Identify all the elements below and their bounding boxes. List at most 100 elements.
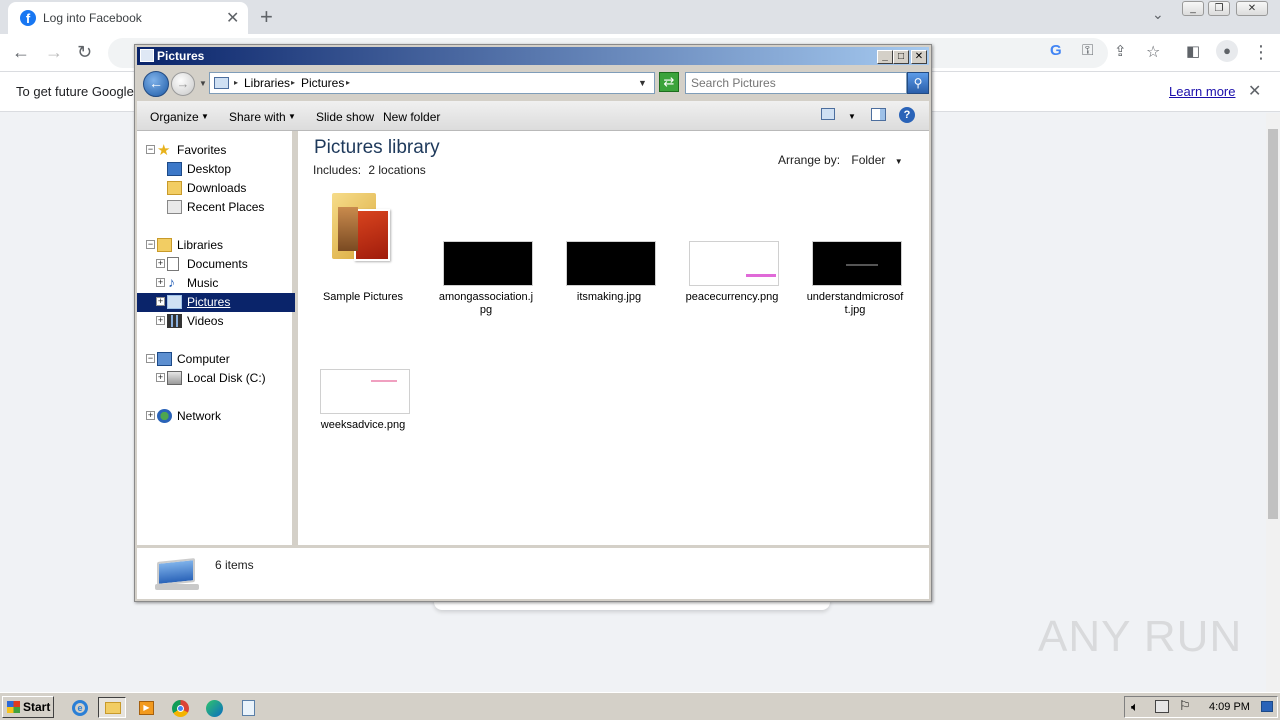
nav-recent-places[interactable]: Recent Places [137, 198, 295, 217]
computer-icon [157, 352, 172, 366]
expand-icon[interactable]: + [156, 297, 165, 306]
file-item-sample-pictures[interactable]: Sample Pictures [308, 191, 418, 311]
profile-icon[interactable]: ● [1216, 40, 1238, 62]
recent-pages-dropdown[interactable]: ▼ [199, 79, 207, 88]
notepad-icon[interactable] [234, 697, 262, 718]
chevron-right-icon[interactable]: ▸ [234, 78, 238, 87]
close-tab-icon[interactable]: ✕ [226, 8, 239, 28]
file-item-amongassociation[interactable]: amongassociation.j pg [431, 191, 541, 316]
documents-icon [167, 257, 179, 271]
organize-button[interactable]: Organize [150, 110, 199, 124]
media-player-icon[interactable]: ▶ [132, 697, 160, 718]
menu-icon[interactable]: ⋮ [1252, 42, 1270, 63]
includes-locations-link[interactable]: 2 locations [368, 163, 425, 177]
title-bar[interactable]: Pictures _ □ ✕ [137, 47, 929, 65]
start-button[interactable]: Start [2, 696, 54, 718]
chrome-icon[interactable] [166, 697, 194, 718]
info-bar-message: To get future Google [16, 84, 134, 99]
maximize-button[interactable]: □ [893, 50, 909, 64]
nav-computer[interactable]: − Computer [137, 350, 295, 369]
minimize-button[interactable]: _ [1182, 1, 1204, 16]
share-icon[interactable]: ⇪ [1114, 42, 1127, 60]
help-icon[interactable]: ? [899, 107, 915, 123]
address-dropdown-icon[interactable]: ▼ [638, 78, 647, 88]
address-box[interactable]: ▸ Libraries ▸ Pictures ▸ ▼ [209, 72, 655, 94]
file-item-weeksadvice[interactable]: weeksadvice.png [308, 319, 418, 439]
new-folder-button[interactable]: New folder [383, 110, 440, 124]
chevron-down-icon[interactable]: ▼ [895, 157, 903, 166]
forward-button[interactable]: → [171, 72, 195, 96]
chevron-right-icon[interactable]: ▸ [346, 78, 350, 87]
key-icon[interactable]: ⚿ [1082, 42, 1093, 59]
search-icon[interactable]: ⚲ [907, 72, 929, 94]
reload-icon[interactable]: ↻ [77, 42, 92, 63]
close-button[interactable]: ✕ [911, 50, 927, 64]
flag-icon[interactable]: ⚐ [1179, 698, 1191, 714]
chevron-down-icon[interactable]: ⌄ [1152, 6, 1164, 23]
star-icon: ★ [157, 142, 171, 159]
nav-downloads[interactable]: Downloads [137, 179, 295, 198]
back-arrow-icon[interactable]: ← [12, 42, 30, 63]
nav-music[interactable]: + ♪ Music [137, 274, 295, 293]
nav-favorites[interactable]: − ★ Favorites [137, 141, 295, 160]
expand-icon[interactable]: + [156, 259, 165, 268]
new-tab-button[interactable]: + [260, 4, 273, 30]
nav-libraries[interactable]: − Libraries [137, 236, 295, 255]
thumbnail-detail [846, 264, 878, 266]
chevron-down-icon[interactable]: ▼ [288, 112, 296, 121]
nav-network[interactable]: + Network [137, 407, 295, 426]
back-button[interactable]: ← [143, 71, 169, 97]
bookmark-star-icon[interactable]: ☆ [1146, 42, 1160, 62]
google-icon[interactable]: G [1050, 42, 1062, 59]
navigation-pane: − ★ Favorites Desktop Downloads Recent P… [137, 131, 295, 545]
learn-more-link[interactable]: Learn more [1169, 84, 1235, 99]
page-scrollbar[interactable] [1266, 113, 1280, 692]
refresh-button[interactable]: ⇄ [659, 72, 679, 92]
volume-icon[interactable]: 🔈︎ [1131, 699, 1139, 715]
file-item-itsmaking[interactable]: itsmaking.jpg [554, 191, 664, 311]
collapse-icon[interactable]: − [146, 145, 155, 154]
change-view-icon[interactable] [821, 108, 835, 120]
explorer-taskbar-button[interactable] [98, 697, 126, 718]
clock[interactable]: 4:09 PM [1209, 701, 1250, 713]
expand-icon[interactable]: + [156, 278, 165, 287]
expand-icon[interactable]: + [156, 316, 165, 325]
nav-documents[interactable]: + Documents [137, 255, 295, 274]
close-info-bar-icon[interactable]: ✕ [1248, 81, 1261, 101]
collapse-icon[interactable]: − [146, 240, 155, 249]
network-tray-icon[interactable] [1155, 700, 1169, 713]
breadcrumb-libraries[interactable]: Libraries [244, 76, 290, 90]
search-box[interactable] [685, 72, 907, 94]
chevron-down-icon[interactable]: ▼ [848, 112, 856, 121]
nav-desktop[interactable]: Desktop [137, 160, 295, 179]
nav-pictures[interactable]: + Pictures [137, 293, 295, 312]
breadcrumb-pictures[interactable]: Pictures [301, 76, 344, 90]
chevron-down-icon[interactable]: ▼ [201, 112, 209, 121]
slide-show-button[interactable]: Slide show [316, 110, 374, 124]
search-input[interactable] [686, 73, 906, 93]
file-item-peacecurrency[interactable]: peacecurrency.png [677, 191, 787, 311]
edge-icon[interactable] [200, 697, 228, 718]
browser-tab[interactable]: f Log into Facebook ✕ [8, 2, 248, 34]
scrollbar-thumb[interactable] [1268, 129, 1278, 519]
expand-icon[interactable]: + [156, 373, 165, 382]
expand-icon[interactable]: + [146, 411, 155, 420]
file-item-understandmicrosoft[interactable]: understandmicrosof t.jpg [800, 191, 910, 316]
collapse-icon[interactable]: − [146, 354, 155, 363]
show-desktop-icon[interactable] [1261, 701, 1273, 712]
internet-explorer-icon[interactable]: e [66, 697, 94, 718]
close-window-button[interactable]: ✕ [1236, 1, 1268, 16]
restore-button[interactable]: ❐ [1208, 1, 1230, 16]
watermark: ANY RUN [1038, 612, 1243, 661]
minimize-button[interactable]: _ [877, 50, 893, 64]
share-with-button[interactable]: Share with [229, 110, 286, 124]
chevron-right-icon[interactable]: ▸ [291, 78, 295, 87]
nav-videos-label: Videos [187, 314, 224, 328]
side-panel-icon[interactable]: ◧ [1186, 42, 1200, 60]
window-title: Pictures [157, 49, 205, 63]
preview-pane-icon[interactable] [871, 108, 886, 121]
nav-local-disk[interactable]: + Local Disk (C:) [137, 369, 295, 388]
nav-videos[interactable]: + Videos [137, 312, 295, 331]
arrange-value-button[interactable]: Folder [851, 153, 885, 167]
forward-arrow-icon[interactable]: → [45, 42, 63, 63]
